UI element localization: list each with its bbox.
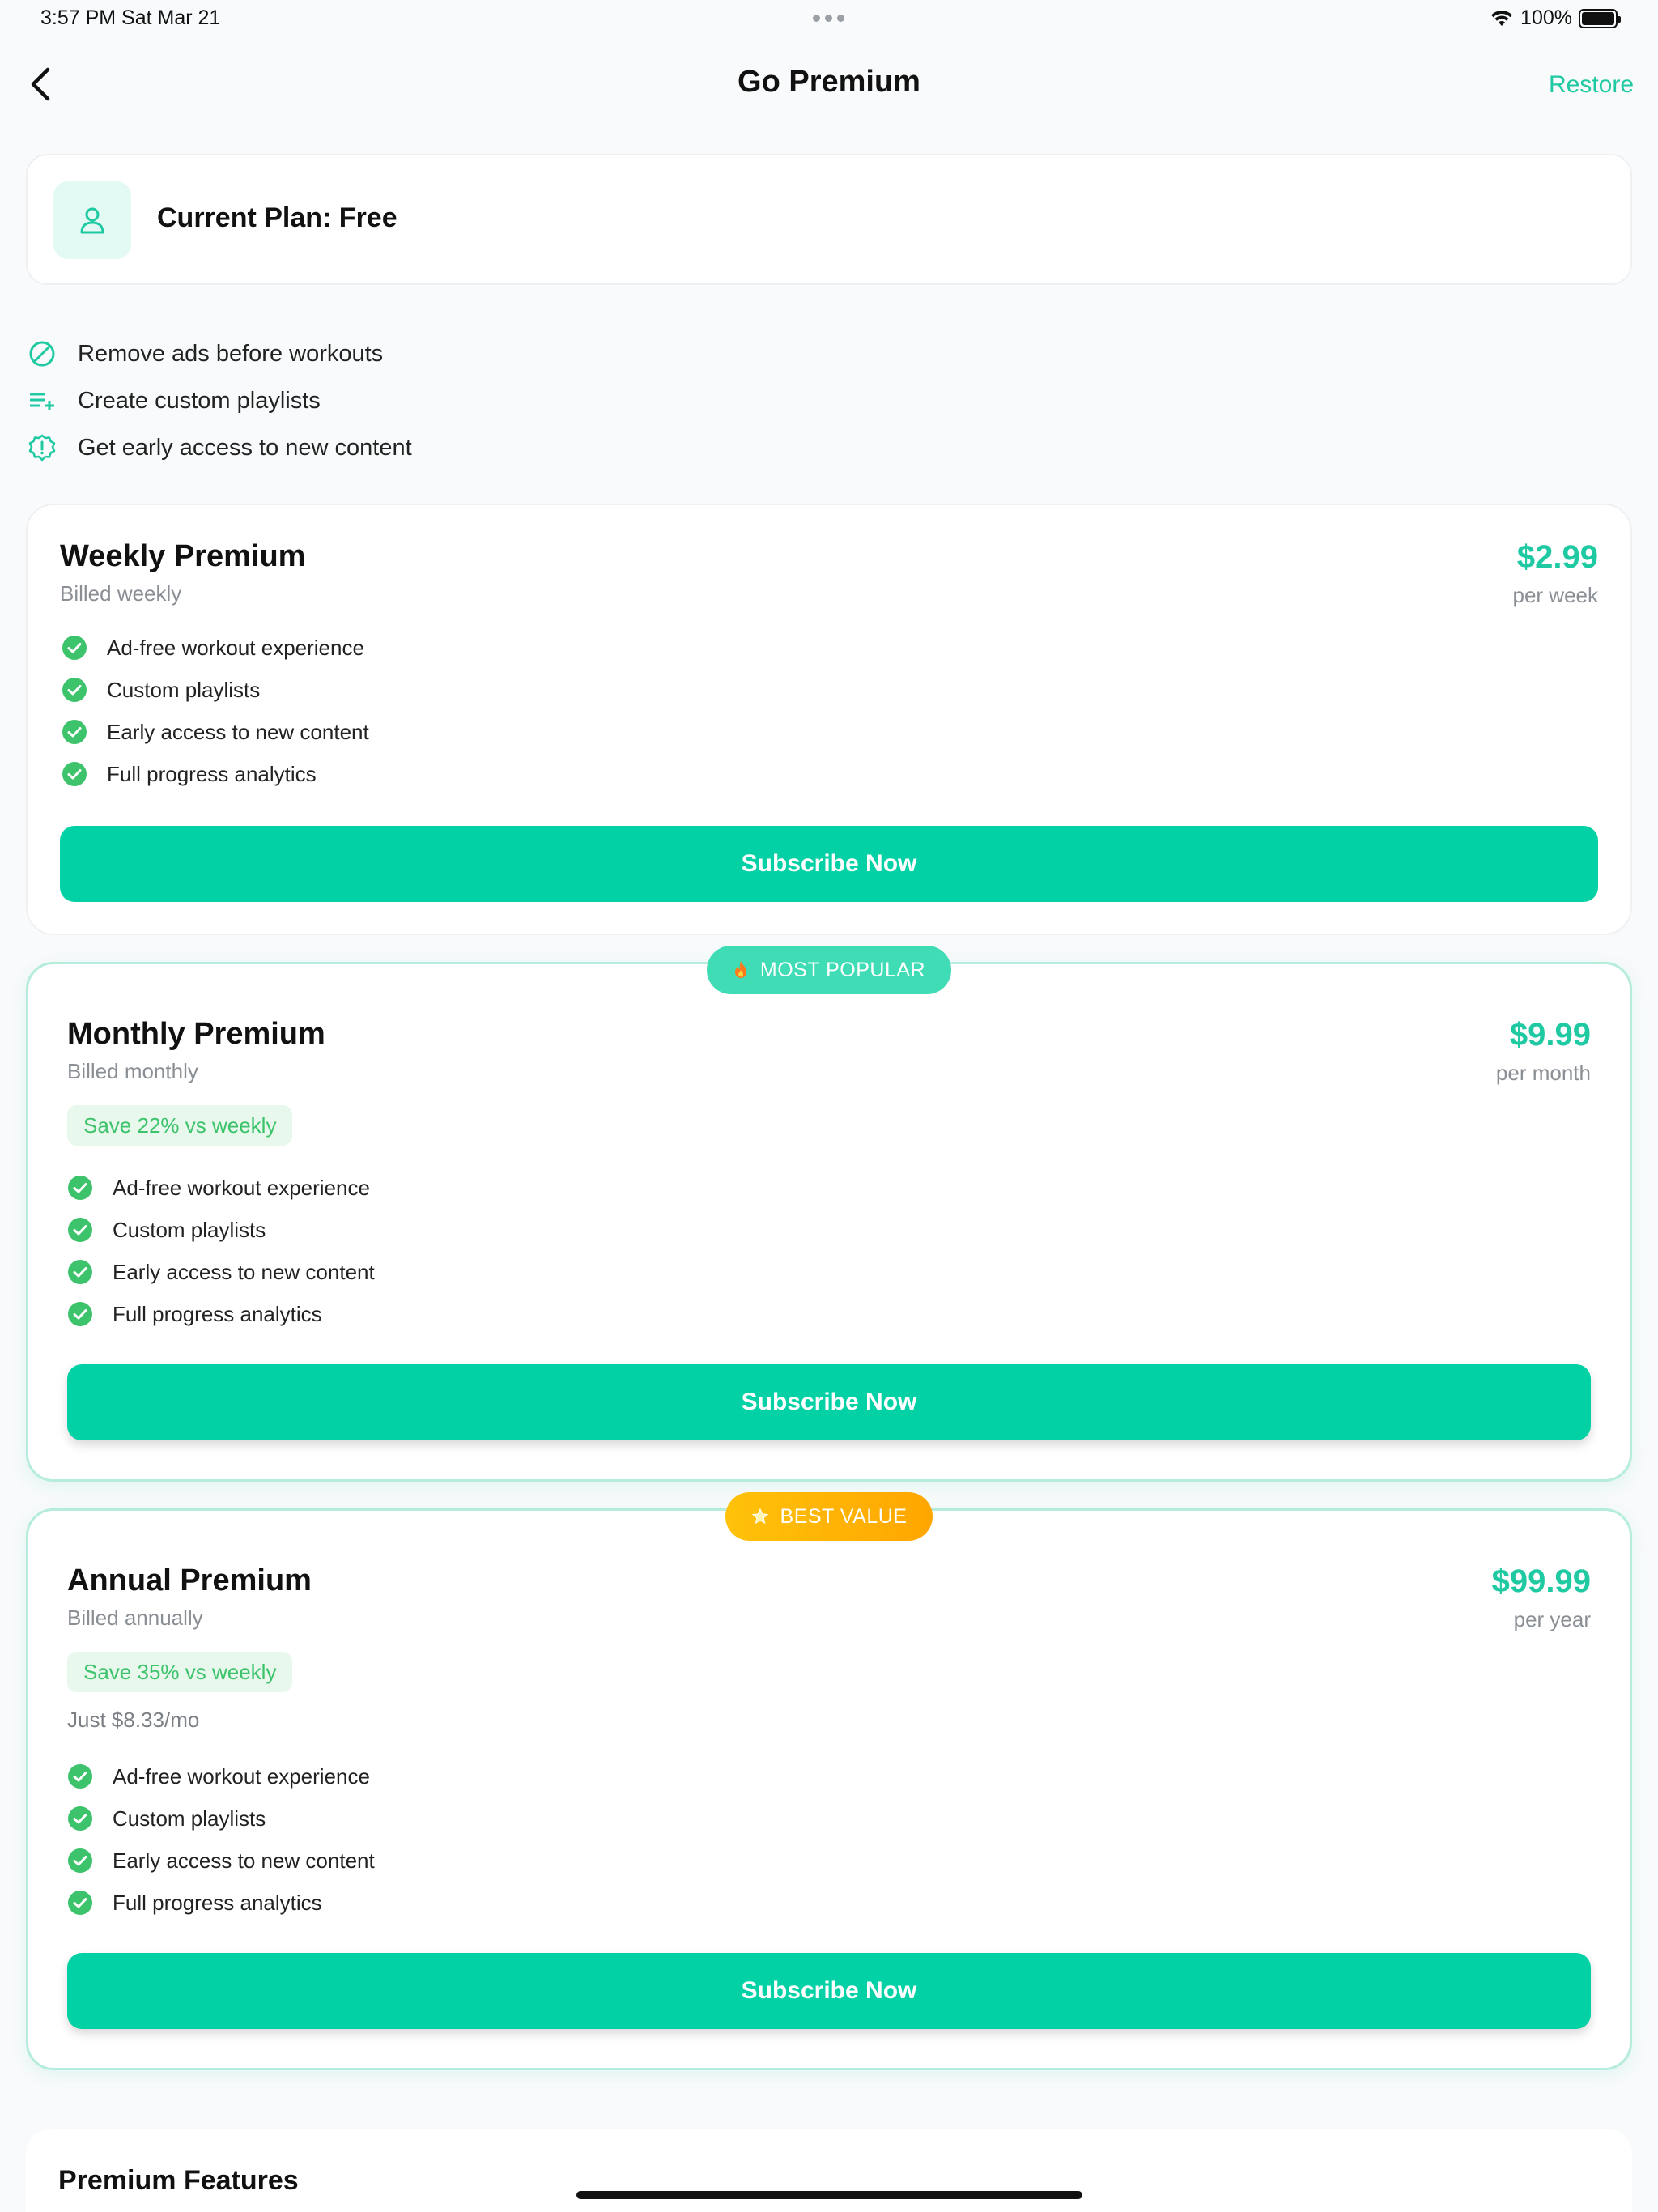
save-badge: Save 35% vs weekly [67,1652,293,1692]
per-month-note: Just $8.33/mo [67,1708,200,1732]
feature-text: Custom playlists [107,677,261,702]
feature-item: Custom playlists [67,1209,375,1251]
check-circle-icon [68,1806,92,1831]
feature-item: Custom playlists [67,1797,375,1840]
benefit-item: Create custom playlists [26,377,412,424]
ribbon-label: MOST POPULAR [759,958,926,981]
feature-item: Ad-free workout experience [67,1167,375,1209]
status-time: 3:57 PM Sat Mar 21 [40,6,221,29]
feature-text: Full progress analytics [113,1890,322,1915]
feature-text: Ad-free workout experience [107,635,364,660]
current-plan-icon-box [53,181,131,259]
current-plan-card: Current Plan: Free [26,154,1632,285]
check-circle-icon [62,762,87,786]
feature-text: Early access to new content [113,1848,375,1873]
check-circle-icon [68,1764,92,1789]
weekly-subscribe-button[interactable]: Subscribe Now [60,826,1598,902]
benefit-text: Create custom playlists [78,387,321,414]
playlist-add-icon [30,393,54,410]
status-right: 100% [1490,6,1621,30]
fire-icon [734,961,746,978]
wifi-icon [1491,10,1513,26]
check-circle-icon [68,1302,92,1326]
plan-name: Monthly Premium [67,1017,325,1051]
plan-name: Weekly Premium [60,539,306,573]
monthly-subscribe-button[interactable]: Subscribe Now [67,1364,1591,1440]
plan-price: $2.99 [1516,539,1598,575]
user-icon [80,207,104,234]
multitasking-dots-icon[interactable] [813,15,844,22]
benefit-item: Remove ads before workouts [26,330,412,377]
plan-price: $99.99 [1491,1563,1591,1599]
plan-period: per year [1513,1607,1591,1631]
best-value-badge: BEST VALUE [725,1492,933,1541]
nav-bar: Go Premium Restore [0,49,1658,121]
status-bar: 3:57 PM Sat Mar 21 100% [0,0,1658,39]
feature-item: Early access to new content [62,711,369,753]
check-circle-icon [68,1260,92,1284]
feature-list: Ad-free workout experience Custom playli… [62,627,369,795]
plan-billing: Billed monthly [67,1059,198,1083]
plan-name: Annual Premium [67,1563,312,1597]
battery-percent: 100% [1520,6,1572,29]
annual-subscribe-button[interactable]: Subscribe Now [67,1953,1591,2029]
monthly-plan-card: Monthly Premium Billed monthly $9.99 per… [26,962,1632,1482]
annual-plan-card: Annual Premium Billed annually $99.99 pe… [26,1508,1632,2070]
weekly-plan-card: Weekly Premium Billed weekly $2.99 per w… [26,504,1632,935]
plan-billing: Billed weekly [60,581,182,606]
check-circle-icon [62,678,87,702]
feature-text: Full progress analytics [107,761,317,786]
feature-item: Custom playlists [62,669,369,711]
most-popular-badge: MOST POPULAR [707,946,951,994]
feature-text: Early access to new content [113,1259,375,1284]
restore-button[interactable]: Restore [1549,71,1634,99]
check-circle-icon [62,636,87,660]
save-badge: Save 22% vs weekly [67,1105,293,1146]
feature-item: Early access to new content [67,1251,375,1293]
feature-text: Custom playlists [113,1806,266,1831]
check-circle-icon [68,1218,92,1242]
star-icon [751,1508,768,1525]
feature-item: Ad-free workout experience [62,627,369,669]
feature-list: Ad-free workout experience Custom playli… [67,1755,375,1924]
premium-features-card: Premium Features [26,2129,1632,2212]
benefit-item: Get early access to new content [26,424,412,471]
feature-text: Full progress analytics [113,1301,322,1326]
feature-text: Ad-free workout experience [113,1175,370,1200]
plan-billing: Billed annually [67,1606,203,1630]
check-circle-icon [68,1848,92,1873]
page-title: Go Premium [738,65,920,99]
feature-text: Custom playlists [113,1217,266,1242]
check-circle-icon [62,720,87,744]
home-indicator[interactable] [576,2191,1082,2199]
no-ads-icon [29,341,55,367]
current-plan-label: Current Plan: Free [157,202,397,233]
feature-list: Ad-free workout experience Custom playli… [67,1167,375,1335]
check-circle-icon [68,1176,92,1200]
feature-item: Full progress analytics [67,1293,375,1335]
ribbon-label: BEST VALUE [780,1504,908,1528]
premium-features-title: Premium Features [58,2165,299,2196]
benefits-list: Remove ads before workouts Create custom… [26,330,412,471]
benefit-text: Get early access to new content [78,434,412,461]
new-badge-icon [28,434,56,462]
plan-period: per week [1512,583,1599,607]
feature-item: Full progress analytics [62,753,369,795]
feature-text: Early access to new content [107,719,369,744]
feature-item: Full progress analytics [67,1882,375,1924]
feature-item: Early access to new content [67,1840,375,1882]
battery-icon [1579,8,1621,28]
plan-period: per month [1495,1061,1591,1085]
feature-item: Ad-free workout experience [67,1755,375,1797]
feature-text: Ad-free workout experience [113,1763,370,1789]
benefit-text: Remove ads before workouts [78,340,384,367]
plan-price: $9.99 [1509,1017,1591,1053]
check-circle-icon [68,1891,92,1915]
